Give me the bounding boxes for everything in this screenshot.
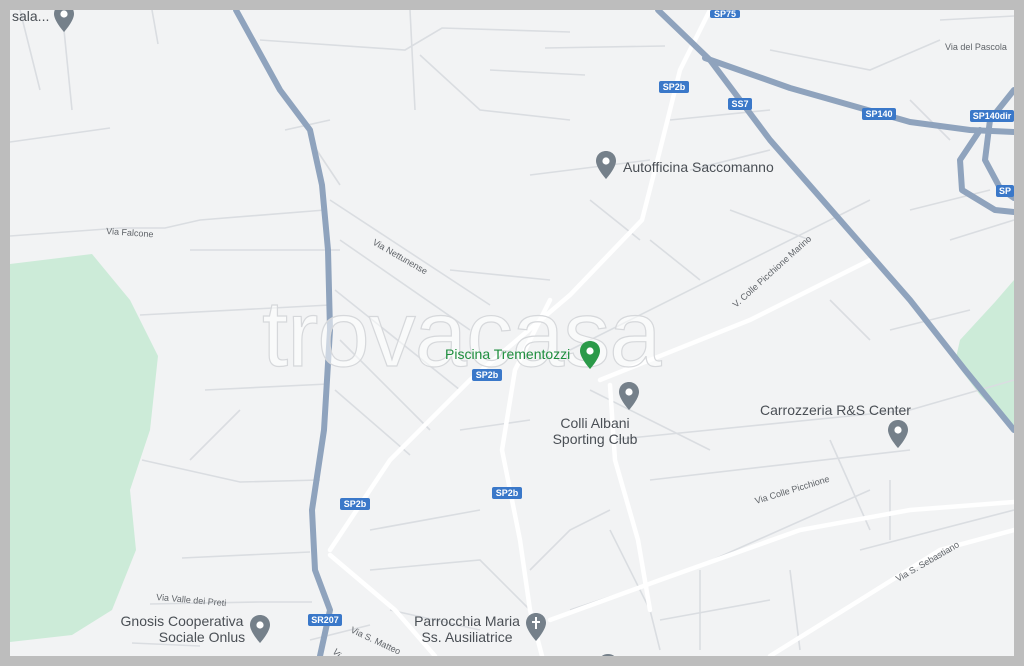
shield-sp140: SP140 — [862, 108, 896, 120]
svg-text:Colli Albani: Colli Albani — [560, 415, 629, 431]
road-label-colle-picchione: Via Colle Picchione — [754, 474, 831, 506]
road-label-via-sebastiano: Via S. Sebastiano — [894, 539, 961, 583]
shield-sp-east: SP — [996, 185, 1014, 197]
map-frame: Via del Pascola Via Falcone Via Nettunen… — [0, 0, 1024, 666]
map-canvas[interactable]: Via del Pascola Via Falcone Via Nettunen… — [10, 10, 1014, 656]
map-pin-icon — [596, 151, 616, 179]
road-label-via-falcone: Via Falcone — [106, 226, 154, 239]
shield-sp140dir: SP140dir — [970, 110, 1014, 122]
poi-gnosis-cooperativa[interactable]: Gnosis Cooperativa Sociale Onlus — [121, 613, 270, 645]
road-label-vi: Vi — [330, 647, 343, 656]
svg-text:Gnosis Cooperativa: Gnosis Cooperativa — [121, 613, 244, 629]
park-area-east — [955, 280, 1014, 430]
svg-text:Ss. Ausiliatrice: Ss. Ausiliatrice — [421, 629, 512, 645]
map-pin-icon — [888, 420, 908, 448]
shield-sr207: SR207 — [308, 614, 342, 626]
map-pin-icon — [54, 10, 74, 32]
poi-parrocchia-maria[interactable]: Parrocchia Maria Ss. Ausiliatrice — [414, 613, 546, 645]
svg-text:SR207: SR207 — [311, 615, 339, 625]
map-pin-icon — [250, 615, 270, 643]
shield-sp2b-north: SP2b — [659, 81, 689, 93]
road-label-via-pascolare: Via del Pascola — [945, 42, 1007, 52]
svg-text:SP2b: SP2b — [663, 82, 686, 92]
svg-text:SP75: SP75 — [714, 10, 736, 19]
svg-text:Sociale Onlus: Sociale Onlus — [159, 629, 245, 645]
svg-text:SP140dir: SP140dir — [973, 111, 1012, 121]
poi-colli-albani-sporting-club[interactable]: Colli Albani Sporting Club — [553, 382, 639, 447]
road-label-valle-preti: Via Valle dei Preti — [156, 592, 227, 608]
svg-text:sala...: sala... — [12, 10, 49, 24]
church-pin-icon — [526, 613, 546, 641]
trovacasa-watermark: trovacasa — [262, 281, 662, 386]
shield-sp2b-south: SP2b — [492, 487, 522, 499]
svg-text:Sporting Club: Sporting Club — [553, 431, 638, 447]
poi-partial-bottom — [601, 654, 615, 656]
svg-text:SP: SP — [999, 186, 1011, 196]
svg-text:Autofficina Saccomanno: Autofficina Saccomanno — [623, 159, 774, 175]
poi-carrozzeria-rs-center[interactable]: Carrozzeria R&S Center — [760, 402, 911, 448]
road-label-via-nettunense: Via Nettunense — [371, 237, 429, 276]
road-label-via-matteo: Via S. Matteo — [349, 625, 402, 656]
svg-text:SP2b: SP2b — [496, 488, 519, 498]
svg-text:Carrozzeria R&S Center: Carrozzeria R&S Center — [760, 402, 911, 418]
map-svg[interactable]: Via del Pascola Via Falcone Via Nettunen… — [10, 10, 1014, 656]
svg-text:SP2b: SP2b — [344, 499, 367, 509]
svg-text:SS7: SS7 — [731, 99, 748, 109]
road-label-colle-picchione-marino: V. Colle Picchione Marino — [731, 234, 814, 310]
shield-sp75: SP75 — [710, 10, 740, 19]
shield-ss7: SS7 — [728, 98, 752, 110]
svg-text:Piscina Trementozzi: Piscina Trementozzi — [445, 346, 570, 362]
poi-sala[interactable]: sala... — [12, 10, 74, 32]
svg-text:SP140: SP140 — [865, 109, 892, 119]
svg-text:Parrocchia Maria: Parrocchia Maria — [414, 613, 520, 629]
shield-sp2b-west: SP2b — [340, 498, 370, 510]
park-area-west — [10, 254, 158, 642]
